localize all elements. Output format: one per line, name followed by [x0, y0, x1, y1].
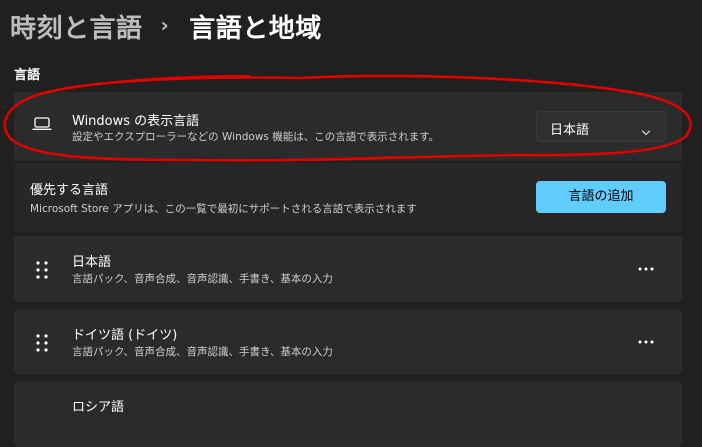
page-title: 言語と地域: [189, 13, 322, 44]
chevron-down-icon: [641, 122, 651, 136]
language-list-item[interactable]: ドイツ語 (ドイツ) 言語パック、音声合成、音声認識、手書き、基本の入力: [14, 309, 682, 375]
language-name: ドイツ語 (ドイツ): [72, 328, 178, 343]
language-list-item[interactable]: ロシア語: [14, 381, 682, 447]
section-title-language: 言語: [14, 68, 41, 83]
drag-handle-icon[interactable]: [35, 260, 49, 280]
preferred-languages-title: 優先する言語: [30, 183, 109, 198]
drag-handle-icon[interactable]: [35, 333, 49, 353]
language-name: 日本語: [72, 255, 112, 270]
language-features: 言語パック、音声合成、音声認識、手書き、基本の入力: [72, 273, 333, 285]
laptop-icon: [32, 116, 52, 130]
preferred-languages-description: Microsoft Store アプリは、この一覧で最初にサポートされる言語で表…: [30, 203, 417, 215]
display-language-card: Windows の表示言語 設定やエクスプローラーなどの Windows 機能は…: [14, 92, 682, 161]
dropdown-selected-value: 日本語: [550, 123, 590, 138]
more-options-icon[interactable]: [634, 260, 658, 278]
display-language-title: Windows の表示言語: [72, 114, 200, 129]
language-name: ロシア語: [72, 400, 125, 415]
add-language-button[interactable]: 言語の追加: [536, 181, 666, 213]
display-language-description: 設定やエクスプローラーなどの Windows 機能は、この言語で表示されます。: [72, 131, 440, 143]
preferred-languages-card: 優先する言語 Microsoft Store アプリは、この一覧で最初にサポート…: [14, 163, 682, 232]
breadcrumb: 時刻と言語 › 言語と地域: [10, 8, 322, 44]
more-options-icon[interactable]: [634, 333, 658, 351]
display-language-dropdown[interactable]: 日本語: [536, 111, 666, 142]
breadcrumb-parent-time-language[interactable]: 時刻と言語: [10, 8, 143, 45]
breadcrumb-separator: ›: [160, 13, 170, 37]
language-list-item[interactable]: 日本語 言語パック、音声合成、音声認識、手書き、基本の入力: [14, 236, 682, 302]
language-features: 言語パック、音声合成、音声認識、手書き、基本の入力: [72, 346, 333, 358]
